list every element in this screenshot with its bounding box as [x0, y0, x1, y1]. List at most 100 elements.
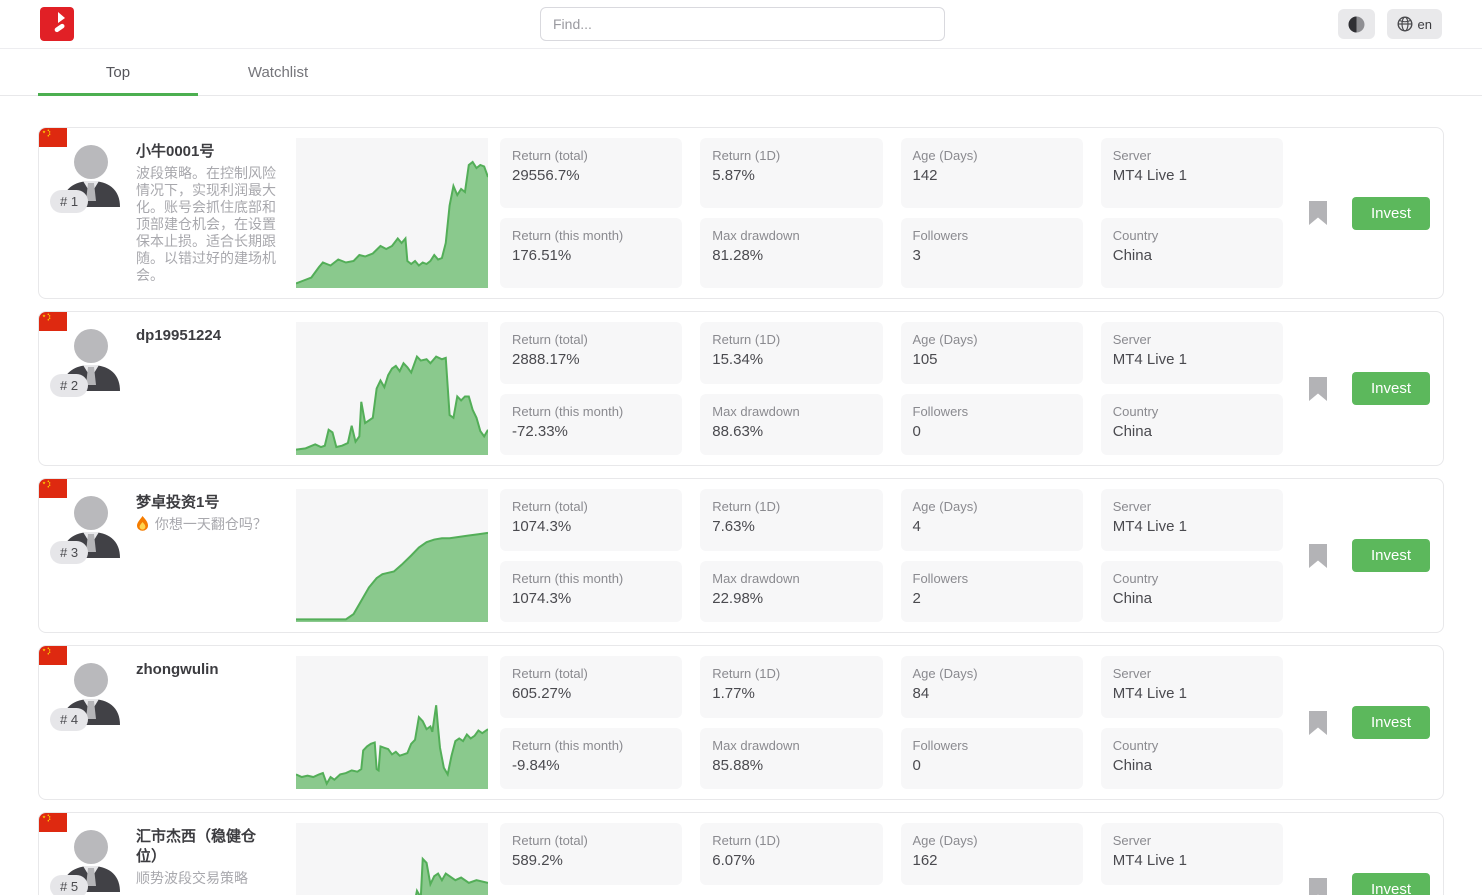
stat-followers: Followers 0 [901, 728, 1083, 790]
stat-value: MT4 Live 1 [1113, 516, 1271, 537]
stat-label: Followers [913, 570, 1071, 588]
stat-label: Age (Days) [913, 331, 1071, 349]
language-label: en [1418, 17, 1432, 32]
bookmark-button[interactable] [1308, 877, 1328, 895]
stat-label: Country [1113, 737, 1271, 755]
trader-description-text: 你想一天翻仓吗？ [155, 516, 267, 532]
stat-label: Age (Days) [913, 147, 1071, 165]
invest-button[interactable]: Invest [1352, 539, 1430, 572]
rank-badge: # 4 [50, 708, 88, 731]
stat-value: 81.28% [712, 245, 870, 266]
stat-value: 105 [913, 349, 1071, 370]
bookmark-button[interactable] [1308, 710, 1328, 736]
stat-return-total: Return (total) 589.2% [500, 823, 682, 885]
stat-value: -9.84% [512, 755, 670, 776]
stat-label: Server [1113, 147, 1271, 165]
performance-chart [296, 656, 488, 789]
stat-value: China [1113, 245, 1271, 266]
trader-name[interactable]: dp19951224 [136, 326, 278, 346]
search-input[interactable] [540, 7, 945, 41]
stat-label: Age (Days) [913, 498, 1071, 516]
stat-value: 3 [913, 245, 1071, 266]
trader-card: # 4 zhongwulin Return (total) 605.27% [38, 645, 1444, 800]
stat-value: -72.33% [512, 421, 670, 442]
bookmark-button[interactable] [1308, 376, 1328, 402]
bookmark-icon [1308, 710, 1328, 736]
theme-toggle-button[interactable] [1338, 9, 1375, 39]
stat-value: 7.63% [712, 516, 870, 537]
trader-description-text: 顺势波段交易策略 [136, 870, 248, 886]
stat-value: 2888.17% [512, 349, 670, 370]
tab-top[interactable]: Top [38, 49, 198, 95]
stat-value: China [1113, 755, 1271, 776]
stat-label: Max drawdown [712, 570, 870, 588]
brand-logo-icon[interactable] [40, 7, 74, 41]
stat-max-drawdown: Max drawdown 22.98% [700, 561, 882, 623]
search-container [540, 7, 945, 41]
stat-age-days: Age (Days) 4 [901, 489, 1083, 551]
stat-return-total: Return (total) 605.27% [500, 656, 682, 718]
trader-name[interactable]: zhongwulin [136, 660, 278, 680]
trader-name[interactable]: 梦卓投资1号 [136, 493, 278, 513]
card-actions: Invest [1295, 128, 1443, 298]
stat-country: Country China [1101, 561, 1283, 623]
stat-value: 1074.3% [512, 588, 670, 609]
invest-button[interactable]: Invest [1352, 873, 1430, 895]
stat-return-1d: Return (1D) 15.34% [700, 322, 882, 384]
stat-label: Return (total) [512, 147, 670, 165]
card-actions: Invest [1295, 479, 1443, 632]
invest-button[interactable]: Invest [1352, 706, 1430, 739]
bookmark-icon [1308, 376, 1328, 402]
trader-description: 顺势波段交易策略 [136, 870, 276, 887]
stat-value: 176.51% [512, 245, 670, 266]
performance-chart [296, 322, 488, 455]
performance-chart [296, 489, 488, 622]
stat-server: Server MT4 Live 1 [1101, 322, 1283, 384]
stat-return-total: Return (total) 1074.3% [500, 489, 682, 551]
stat-return-1d: Return (1D) 7.63% [700, 489, 882, 551]
invest-button[interactable]: Invest [1352, 372, 1430, 405]
trader-name[interactable]: 汇市杰西（稳健仓位） [136, 827, 278, 867]
tab-watchlist[interactable]: Watchlist [198, 49, 358, 95]
trader-info: # 1 小牛0001号 波段策略。在控制风险情况下，实现利润最大化。账号会抓住底… [39, 128, 296, 298]
stats-grid: Return (total) 589.2% Return (1D) 6.07% … [500, 823, 1283, 895]
stat-label: Server [1113, 331, 1271, 349]
stat-age-days: Age (Days) 84 [901, 656, 1083, 718]
stat-value: 5.87% [712, 165, 870, 186]
stat-followers: Followers 2 [901, 561, 1083, 623]
stat-return-total: Return (total) 2888.17% [500, 322, 682, 384]
invest-button[interactable]: Invest [1352, 197, 1430, 230]
stat-label: Return (this month) [512, 403, 670, 421]
trader-card: # 5 汇市杰西（稳健仓位） 顺势波段交易策略 Return (total) 5… [38, 812, 1444, 895]
stat-value: 605.27% [512, 683, 670, 704]
trader-list: # 1 小牛0001号 波段策略。在控制风险情况下，实现利润最大化。账号会抓住底… [38, 127, 1444, 895]
stat-value: 1074.3% [512, 516, 670, 537]
header: en [0, 0, 1482, 48]
language-button[interactable]: en [1387, 9, 1442, 39]
stat-label: Return (this month) [512, 570, 670, 588]
trader-name[interactable]: 小牛0001号 [136, 142, 278, 162]
stat-value: MT4 Live 1 [1113, 850, 1271, 871]
stat-followers: Followers 0 [901, 394, 1083, 456]
trader-card: # 3 梦卓投资1号 你想一天翻仓吗？ Return (total) 1074.… [38, 478, 1444, 633]
stat-label: Return (1D) [712, 665, 870, 683]
bookmark-button[interactable] [1308, 200, 1328, 226]
tab-bar: Top Watchlist [0, 48, 1482, 96]
stat-country: Country China [1101, 394, 1283, 456]
stat-max-drawdown: Max drawdown 85.88% [700, 728, 882, 790]
bookmark-icon [1308, 200, 1328, 226]
rank-badge: # 5 [50, 875, 88, 895]
trader-description: 波段策略。在控制风险情况下，实现利润最大化。账号会抓住底部和顶部建仓机会，在设置… [136, 165, 276, 284]
trader-description: 你想一天翻仓吗？ [136, 516, 276, 533]
trader-description-text: 波段策略。在控制风险情况下，实现利润最大化。账号会抓住底部和顶部建仓机会，在设置… [136, 165, 276, 283]
stat-followers: Followers 3 [901, 218, 1083, 288]
stat-return-month: Return (this month) 1074.3% [500, 561, 682, 623]
bookmark-button[interactable] [1308, 543, 1328, 569]
stat-value: 6.07% [712, 850, 870, 871]
rank-badge: # 2 [50, 374, 88, 397]
stat-label: Return (1D) [712, 147, 870, 165]
stat-value: 0 [913, 755, 1071, 776]
stat-country: Country China [1101, 218, 1283, 288]
stat-label: Return (total) [512, 665, 670, 683]
stat-label: Return (total) [512, 832, 670, 850]
